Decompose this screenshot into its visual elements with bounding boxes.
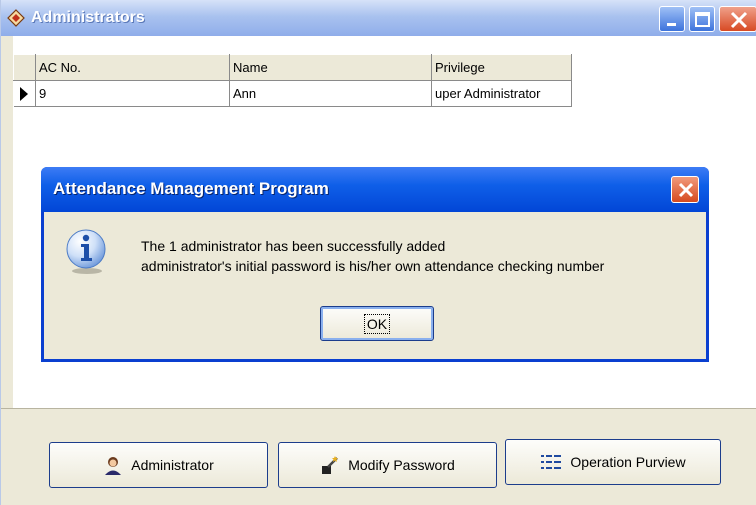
modify-password-button-label: Modify Password <box>348 457 455 473</box>
dialog-body: The 1 administrator has been successfull… <box>44 212 706 359</box>
table-row[interactable]: 9 Ann uper Administrator <box>13 80 572 107</box>
message-dialog: Attendance Management Program The 1 admi… <box>41 167 709 362</box>
dialog-titlebar[interactable]: Attendance Management Program <box>41 167 709 212</box>
magic-wand-icon <box>322 456 339 474</box>
administrators-window: Administrators AC No. Name Privilege 9 A… <box>0 0 756 505</box>
window-titlebar[interactable]: Administrators <box>1 0 756 36</box>
close-icon <box>730 11 748 29</box>
close-icon <box>678 182 694 198</box>
window-title: Administrators <box>31 9 145 26</box>
info-icon <box>66 229 106 274</box>
ok-button-label: OK <box>363 313 391 334</box>
administrators-table: AC No. Name Privilege 9 Ann uper Adminis… <box>13 54 572 107</box>
cell-ac-no[interactable]: 9 <box>35 80 230 107</box>
dialog-message-line-1: The 1 administrator has been successfull… <box>141 238 446 254</box>
administrator-button[interactable]: Administrator <box>49 442 268 488</box>
operation-purview-button-label: Operation Purview <box>570 454 686 470</box>
dialog-title: Attendance Management Program <box>53 179 329 198</box>
app-icon <box>7 9 25 27</box>
row-selector-header <box>13 54 36 81</box>
minimize-icon <box>667 23 676 26</box>
table-header-row: AC No. Name Privilege <box>13 54 572 81</box>
dialog-message-line-2: administrator's initial password is his/… <box>141 258 605 274</box>
modify-password-button[interactable]: Modify Password <box>278 442 497 488</box>
column-header-privilege[interactable]: Privilege <box>431 54 572 81</box>
user-icon <box>105 457 122 475</box>
ok-button[interactable]: OK <box>320 306 434 341</box>
column-header-ac-no[interactable]: AC No. <box>35 54 230 81</box>
row-indicator <box>13 80 36 107</box>
minimize-button[interactable] <box>659 6 685 32</box>
button-bar: Administrator Modify Password Operation … <box>1 408 756 505</box>
close-button[interactable] <box>719 6 756 32</box>
list-icon <box>541 455 562 469</box>
current-row-arrow-icon <box>19 86 28 101</box>
operation-purview-button[interactable]: Operation Purview <box>505 439 721 485</box>
cell-privilege[interactable]: uper Administrator <box>431 80 572 107</box>
column-header-name[interactable]: Name <box>229 54 432 81</box>
cell-name[interactable]: Ann <box>229 80 432 107</box>
administrator-button-label: Administrator <box>131 457 214 473</box>
maximize-button[interactable] <box>689 6 715 32</box>
dialog-close-button[interactable] <box>671 176 699 203</box>
maximize-icon <box>695 12 710 27</box>
